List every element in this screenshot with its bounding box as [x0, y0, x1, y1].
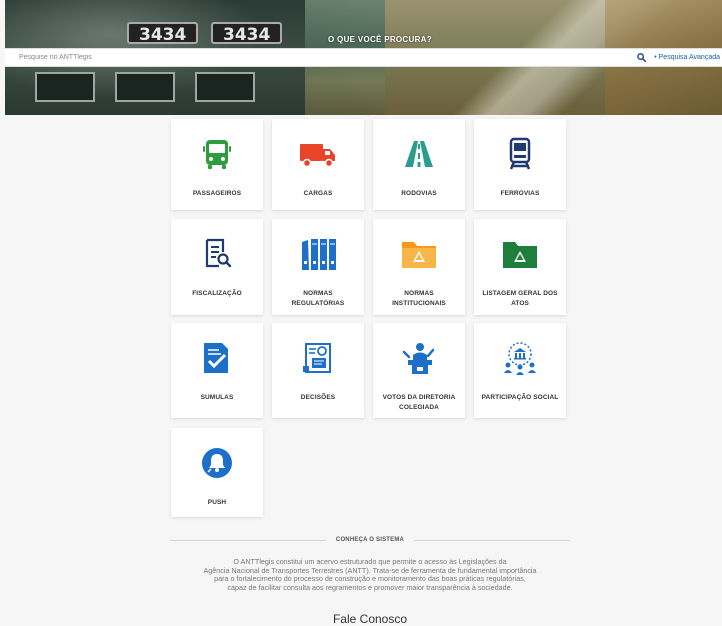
about-heading: CONHEÇA O SISTEMA: [335, 537, 405, 543]
tile-rodovias[interactable]: RODOVIAS: [373, 119, 465, 210]
tile-push[interactable]: PUSH: [171, 428, 263, 517]
road-icon: [396, 131, 442, 177]
truck-icon: [295, 131, 341, 177]
tile-label: LISTAGEM GERAL DOS ATOS: [482, 290, 558, 307]
divider-line: [170, 539, 326, 541]
tile-listagem-geral[interactable]: LISTAGEM GERAL DOS ATOS: [474, 219, 566, 315]
search-bar: • Pesquisa Avançada: [5, 48, 722, 67]
advanced-search-link[interactable]: • Pesquisa Avançada: [654, 54, 720, 61]
tile-label: PUSH: [207, 499, 227, 506]
train-window: [195, 72, 255, 102]
tile-label: VOTOS DA DIRETORIA COLEGIADA: [382, 394, 456, 411]
hero-title: O QUE VOCÊ PROCURA?: [328, 35, 432, 44]
train-window: [115, 72, 175, 102]
tile-normas-institucionais[interactable]: NORMAS INSTITUCIONAIS: [373, 219, 465, 315]
divider-line: [414, 539, 570, 541]
tile-cargas[interactable]: CARGAS: [272, 119, 364, 210]
green-folder-icon: [497, 231, 543, 277]
tile-label: NORMAS INSTITUCIONAIS: [392, 290, 446, 307]
tile-label: SUMULAS: [200, 394, 234, 401]
tile-normas-regulatorias[interactable]: NORMAS REGULATÓRIAS: [272, 219, 364, 315]
tile-sumulas[interactable]: SUMULAS: [171, 323, 263, 418]
checked-document-icon: [194, 335, 240, 381]
bus-icon: [194, 131, 240, 177]
binders-icon: [295, 231, 341, 277]
tile-label: DECISÕES: [300, 394, 336, 401]
tile-label: FERROVIAS: [500, 190, 540, 197]
tile-label: RODOVIAS: [401, 190, 437, 197]
about-divider: CONHEÇA O SISTEMA: [170, 535, 570, 545]
search-input[interactable]: [5, 49, 635, 66]
people-government-icon: [497, 335, 543, 381]
tile-label: PASSAGEIROS: [192, 190, 242, 197]
tile-decisoes[interactable]: DECISÕES: [272, 323, 364, 418]
tile-label: NORMAS REGULATÓRIAS: [291, 290, 345, 307]
train-number-left: 3434: [127, 22, 199, 45]
inspection-icon: [194, 231, 240, 277]
orange-folder-icon: [396, 231, 442, 277]
train-window: [35, 72, 95, 102]
tile-votos-diretoria[interactable]: VOTOS DA DIRETORIA COLEGIADA: [373, 323, 465, 418]
tile-fiscalizacao[interactable]: FISCALIZAÇÃO: [171, 219, 263, 315]
tile-participacao-social[interactable]: PARTICIPAÇÃO SOCIAL: [474, 323, 566, 418]
about-text: O ANTTlegis constitui um acervo estrutur…: [160, 557, 580, 592]
tile-label: FISCALIZAÇÃO: [192, 290, 242, 297]
tile-ferrovias[interactable]: FERROVIAS: [474, 119, 566, 210]
search-icon[interactable]: [634, 51, 648, 65]
train-number-right: 3434: [211, 22, 283, 45]
bell-icon: [194, 440, 240, 486]
tile-label: PARTICIPAÇÃO SOCIAL: [481, 394, 559, 401]
speaker-podium-icon: [396, 335, 442, 381]
tile-label: CARGAS: [303, 190, 333, 197]
tile-passageiros[interactable]: PASSAGEIROS: [171, 119, 263, 210]
train-icon: [497, 131, 543, 177]
about-line: capaz de facilitar consulta aos regramen…: [227, 582, 513, 592]
contact-title: Fale Conosco: [332, 612, 408, 626]
certificate-icon: [295, 335, 341, 381]
